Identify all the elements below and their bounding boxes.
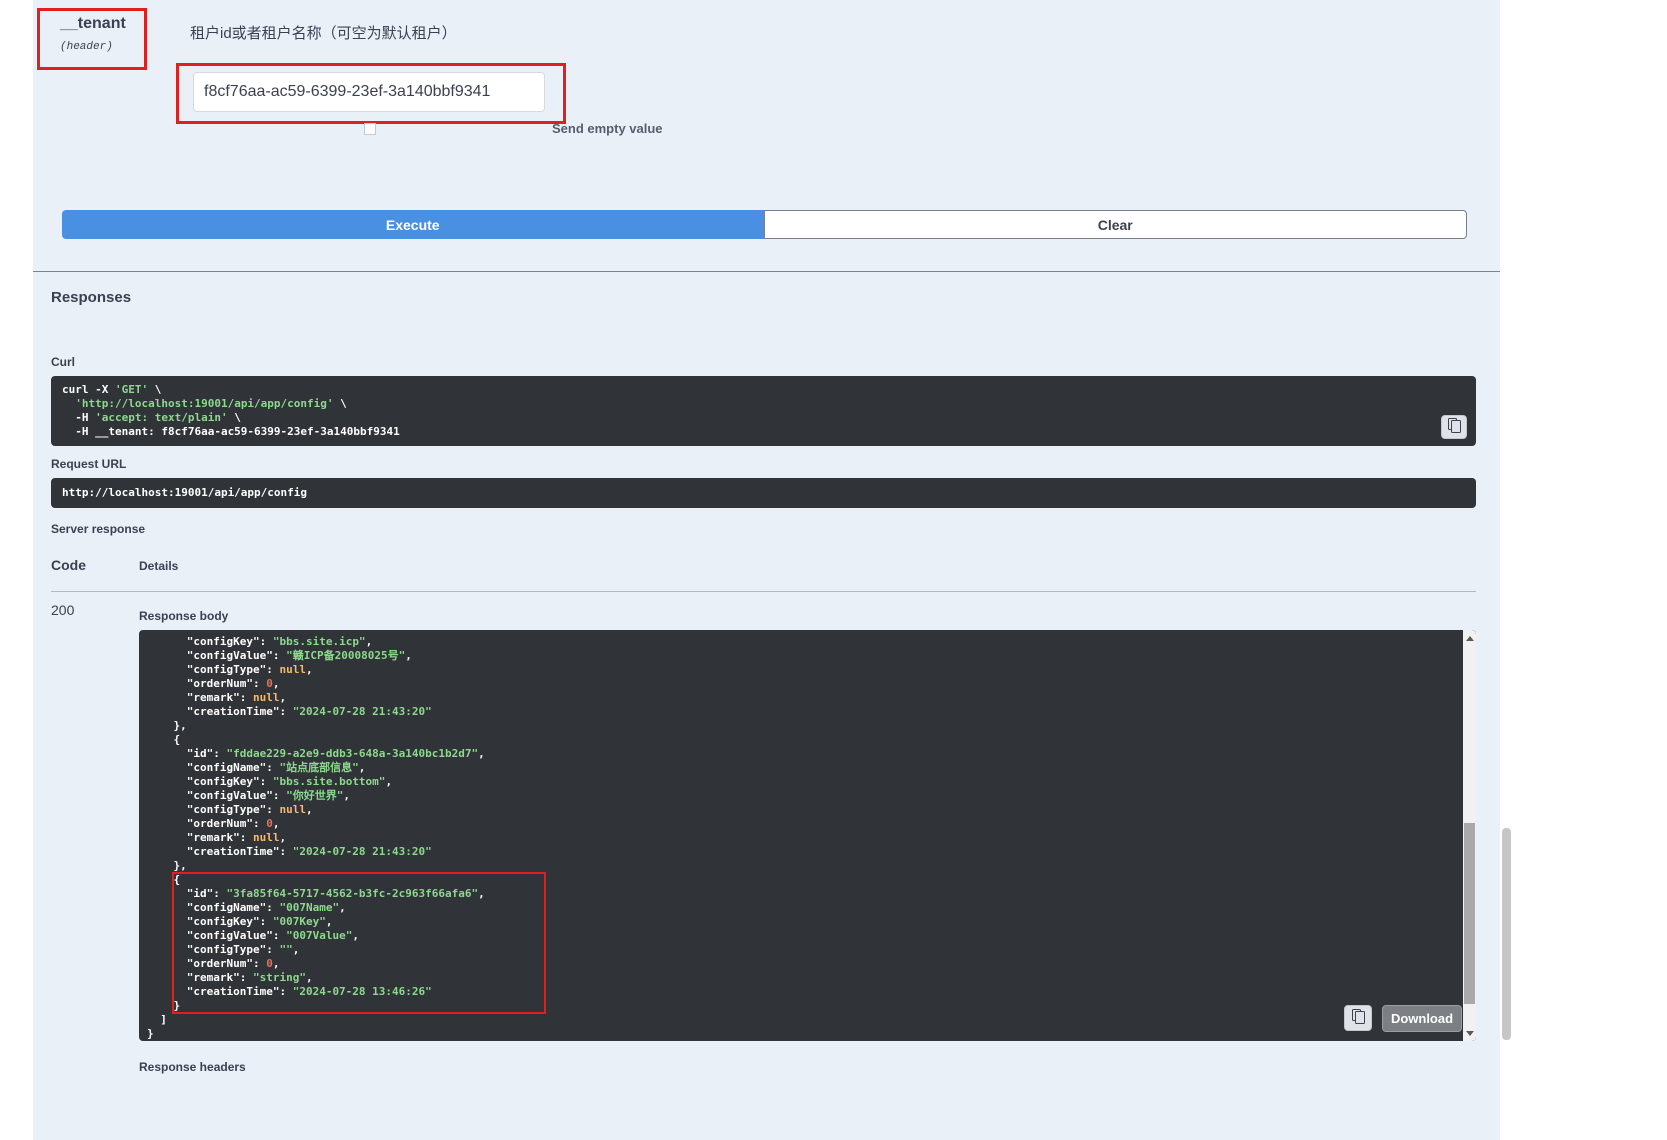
tenant-header-input[interactable]	[193, 72, 545, 112]
execute-bar: Execute Clear	[62, 210, 1467, 239]
request-url-label: Request URL	[51, 458, 1476, 471]
copy-curl-button[interactable]	[1441, 415, 1467, 439]
response-headers-label: Response headers	[139, 1061, 1476, 1074]
response-body-scrollbar	[1463, 630, 1476, 1041]
annotation-box-tenant-input	[176, 63, 566, 124]
request-url-value: http://localhost:19001/api/app/config	[51, 478, 1476, 508]
swagger-page: __tenant (header) 租户id或者租户名称（可空为默认租户） Se…	[0, 0, 1667, 1140]
response-body-label: Response body	[139, 610, 1476, 623]
parameter-description: 租户id或者租户名称（可空为默认租户）	[190, 22, 457, 43]
annotation-box-parameter-name: __tenant (header)	[37, 8, 147, 70]
status-code: 200	[51, 602, 139, 1074]
response-details: Response body "configKey": "bbs.site.icp…	[139, 592, 1476, 1074]
scroll-down-icon[interactable]	[1463, 1026, 1476, 1040]
curl-label: Curl	[51, 356, 1476, 369]
parameter-location: (header)	[60, 41, 140, 53]
responses-section: Responses Curl curl -X 'GET' \ 'http://l…	[33, 271, 1500, 1074]
server-response-label: Server response	[51, 523, 1476, 536]
responses-inner: Curl curl -X 'GET' \ 'http://localhost:1…	[33, 356, 1500, 1074]
parameter-name: __tenant	[60, 15, 140, 33]
copy-response-button[interactable]	[1344, 1005, 1372, 1031]
parameters-section: __tenant (header) 租户id或者租户名称（可空为默认租户） Se…	[33, 0, 1500, 210]
details-column-header: Details	[139, 560, 178, 573]
clipboard-icon	[1448, 418, 1461, 436]
send-empty-value-checkbox[interactable]	[364, 123, 376, 135]
send-empty-value-row: Send empty value	[364, 121, 663, 136]
scrollbar-thumb[interactable]	[1464, 823, 1475, 1004]
clipboard-icon	[1352, 1009, 1365, 1027]
scroll-up-icon[interactable]	[1463, 631, 1476, 645]
send-empty-value-label: Send empty value	[552, 121, 663, 136]
clear-button[interactable]: Clear	[764, 210, 1468, 239]
responses-title: Responses	[33, 272, 1500, 306]
response-table-header: Code Details	[51, 557, 1476, 592]
page-scrollbar-thumb[interactable]	[1502, 828, 1511, 1040]
download-button[interactable]: Download	[1382, 1005, 1462, 1032]
execute-button[interactable]: Execute	[62, 210, 764, 239]
response-body-json: "configKey": "bbs.site.icp", "configValu…	[147, 635, 1476, 1041]
curl-command-block: curl -X 'GET' \ 'http://localhost:19001/…	[51, 376, 1476, 446]
response-body-block: "configKey": "bbs.site.icp", "configValu…	[139, 630, 1476, 1041]
response-row: 200 Response body "configKey": "bbs.site…	[51, 592, 1476, 1074]
code-column-header: Code	[51, 557, 139, 573]
curl-command-text: curl -X 'GET' \ 'http://localhost:19001/…	[62, 383, 1436, 439]
operation-panel: __tenant (header) 租户id或者租户名称（可空为默认租户） Se…	[33, 0, 1500, 1140]
